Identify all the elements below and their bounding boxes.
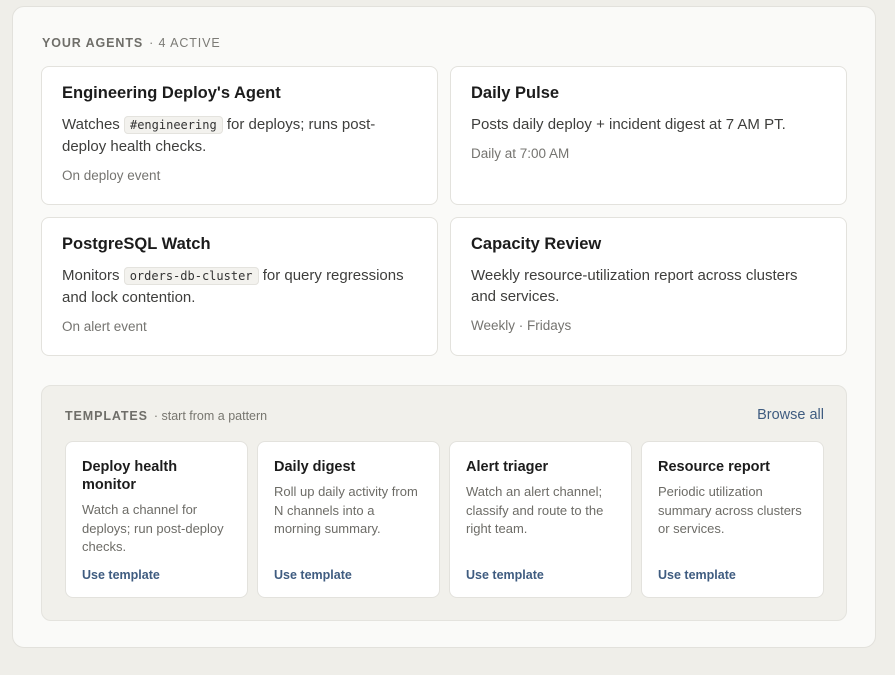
agent-description-prefix: Watches	[62, 116, 120, 133]
agent-card-capacity-review[interactable]: Capacity Review Weekly resource-utilizat…	[450, 217, 847, 356]
agents-section-label: YOUR AGENTS	[42, 36, 144, 50]
active-agents-count: · 4 ACTIVE	[149, 36, 221, 50]
agent-card-daily-pulse[interactable]: Daily Pulse Posts daily deploy + inciden…	[450, 66, 847, 205]
browse-all-link[interactable]: Browse all	[757, 407, 824, 423]
use-template-link[interactable]: Use template	[274, 568, 352, 582]
agents-panel: YOUR AGENTS · 4 ACTIVE Engineering Deplo…	[12, 6, 876, 648]
template-card-deploy-health-monitor[interactable]: Deploy health monitor Watch a channel fo…	[65, 441, 248, 598]
agents-section-header: YOUR AGENTS · 4 ACTIVE	[42, 36, 221, 50]
channel-code-tag: #engineering	[123, 116, 223, 134]
template-card-alert-triager[interactable]: Alert triager Watch an alert channel; cl…	[449, 441, 632, 598]
agent-title: Capacity Review	[471, 235, 602, 253]
cluster-code-tag: orders-db-cluster	[123, 267, 259, 285]
agent-title: Daily Pulse	[471, 84, 560, 102]
templates-section-subtitle: · start from a pattern	[153, 409, 268, 423]
template-title: Deploy health monitor	[82, 459, 178, 493]
agent-card-engineering-deploy[interactable]: Engineering Deploy's Agent Watches #engi…	[41, 66, 438, 205]
agent-title: PostgreSQL Watch	[62, 235, 211, 253]
template-card-daily-digest[interactable]: Daily digest Roll up daily activity from…	[257, 441, 440, 598]
agent-title: Engineering Deploy's Agent	[62, 84, 281, 102]
agent-trigger: Daily at 7:00 AM	[471, 146, 570, 161]
templates-section: TEMPLATES · start from a pattern Browse …	[41, 385, 847, 621]
template-description: Periodic utilization summary across clus…	[658, 484, 802, 536]
agent-description-prefix: Monitors	[62, 267, 120, 284]
agent-trigger: On alert event	[62, 319, 147, 334]
template-title: Daily digest	[274, 459, 356, 475]
templates-section-label: TEMPLATES	[65, 409, 148, 423]
use-template-link[interactable]: Use template	[82, 568, 160, 582]
template-description: Watch a channel for deploys; run post-de…	[82, 502, 224, 554]
agent-description: Weekly resource-utilization report acros…	[471, 267, 798, 305]
agent-trigger: On deploy event	[62, 168, 161, 183]
template-title: Resource report	[658, 459, 771, 475]
template-card-resource-report[interactable]: Resource report Periodic utilization sum…	[641, 441, 824, 598]
template-description: Roll up daily activity from N channels i…	[274, 484, 418, 536]
use-template-link[interactable]: Use template	[466, 568, 544, 582]
agent-card-postgresql-watch[interactable]: PostgreSQL Watch Monitors orders-db-clus…	[41, 217, 438, 356]
agent-description: Monitors orders-db-cluster for query reg…	[62, 265, 417, 308]
template-title: Alert triager	[466, 459, 549, 475]
use-template-link[interactable]: Use template	[658, 568, 736, 582]
agent-trigger: Weekly · Fridays	[471, 318, 572, 333]
templates-section-header: TEMPLATES · start from a pattern	[65, 409, 267, 423]
agent-description: Watches #engineering for deploys; runs p…	[62, 114, 417, 157]
template-description: Watch an alert channel; classify and rou…	[466, 484, 604, 536]
agent-description: Posts daily deploy + incident digest at …	[471, 116, 786, 133]
